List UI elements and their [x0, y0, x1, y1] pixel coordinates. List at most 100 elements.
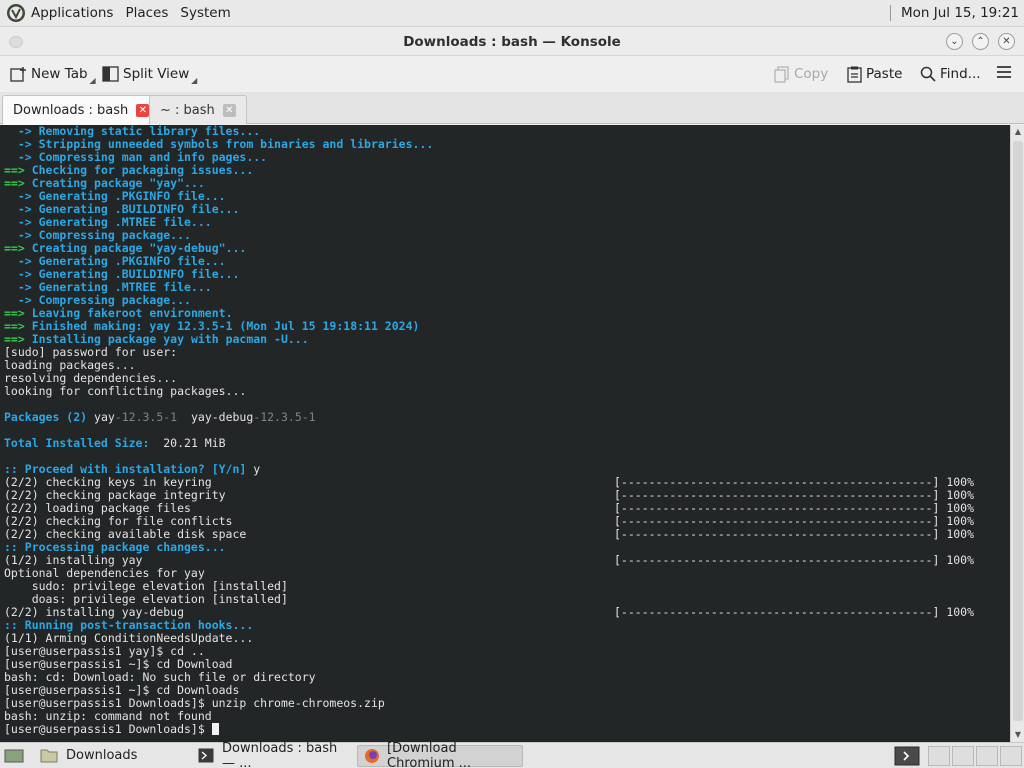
workspace-1[interactable] [928, 745, 950, 766]
terminal-text: (2/2) installing yay-debug [4, 605, 185, 619]
chevron-down-icon: ⌄ [950, 36, 959, 47]
terminal-output[interactable]: -> Removing static library files... -> S… [0, 125, 1010, 742]
minimize-button[interactable]: ⌄ [946, 33, 963, 50]
places-menu[interactable]: Places [125, 5, 168, 21]
window-titlebar[interactable]: Downloads : bash — Konsole ⌄ ⌃ ✕ [0, 28, 1024, 56]
terminal-cursor [211, 723, 219, 735]
terminal-line: Packages (2) yay-12.3.5-1 yay-debug-12.3… [4, 411, 1010, 424]
find-button[interactable]: Find... [920, 57, 981, 91]
show-desktop-icon[interactable] [4, 748, 24, 764]
close-tab-icon[interactable]: ✕ [136, 104, 150, 117]
firefox-icon [364, 748, 380, 764]
terminal-text: yay-debug [190, 410, 254, 424]
workspace-2[interactable] [952, 745, 974, 766]
task-downloads[interactable]: Downloads [34, 745, 192, 767]
terminal-text: ==> [4, 163, 32, 177]
maximize-button[interactable]: ⌃ [972, 33, 989, 50]
terminal-text: Creating package "yay-debug"... [31, 241, 247, 255]
terminal-text: -> Generating .BUILDINFO file... [4, 267, 240, 281]
copy-button[interactable]: Copy [774, 57, 828, 91]
terminal-text: yay [94, 410, 115, 424]
terminal-text: loading packages... [4, 358, 136, 372]
tab-bar: Downloads : bash ✕ ~ : bash ✕ [0, 92, 1024, 125]
terminal-text: :: Running post-transaction hooks... [4, 618, 254, 632]
tab-label: Downloads : bash [13, 103, 129, 118]
terminal-text: (2/2) checking for file conflicts [4, 514, 233, 528]
terminal-text: y [253, 462, 261, 476]
task-konsole[interactable]: Downloads : bash — ... [192, 741, 357, 768]
dropdown-caret-icon[interactable]: ◢ [89, 76, 95, 85]
terminal-text: 20.21 MiB [163, 436, 226, 450]
system-menu[interactable]: System [180, 5, 230, 21]
bottom-panel: Downloads Downloads : bash — ... [Downlo… [0, 741, 1024, 768]
new-tab-button[interactable]: New Tab ◢ [10, 57, 96, 91]
terminal-text: Packages (2) [4, 410, 95, 424]
new-tab-icon [10, 66, 27, 82]
terminal-text: (2/2) checking package integrity [4, 488, 226, 502]
terminal-text: Total Installed Size: [4, 436, 164, 450]
terminal-text: -> Generating .MTREE file... [4, 215, 212, 229]
dropdown-caret-icon[interactable]: ◢ [191, 76, 197, 85]
terminal-text: [user@userpassis1 Downloads]$ [4, 722, 212, 736]
konsole-toolbar: New Tab ◢ Split View ◢ Copy Paste Find..… [0, 57, 1024, 91]
terminal-text: doas: privilege elevation [installed] [4, 592, 288, 606]
terminal-text: -> Generating .BUILDINFO file... [4, 202, 240, 216]
terminal-text: resolving dependencies... [4, 371, 178, 385]
new-tab-label: New Tab [31, 66, 88, 82]
terminal-text: (2/2) checking available disk space [4, 527, 247, 541]
tab-downloads-bash[interactable]: Downloads : bash ✕ [2, 95, 161, 125]
terminal-text: -> Generating .PKGINFO file... [4, 189, 226, 203]
workspace-3[interactable] [976, 745, 998, 766]
terminal-text: [user@userpassis1 Downloads]$ unzip chro… [4, 696, 385, 710]
hamburger-menu-button[interactable] [996, 57, 1012, 91]
scroll-up-arrow-icon[interactable]: ▲ [1011, 125, 1024, 139]
terminal-text: Optional dependencies for yay [4, 566, 205, 580]
terminal-text: Installing package yay with pacman -U... [31, 332, 309, 346]
terminal-line: [user@userpassis1 Downloads]$ [4, 723, 1010, 736]
find-label: Find... [940, 66, 981, 82]
applications-menu[interactable]: Applications [31, 5, 113, 21]
copy-label: Copy [794, 66, 829, 82]
close-icon: ✕ [1002, 36, 1011, 47]
window-title: Downloads : bash — Konsole [403, 34, 621, 50]
terminal-text: ==> [4, 306, 32, 320]
terminal-text: -> Compressing package... [4, 228, 191, 242]
paste-button[interactable]: Paste [847, 57, 902, 91]
terminal-text: Finished making: yay 12.3.5-1 (Mon Jul 1… [31, 319, 420, 333]
terminal-text: (1/1) Arming ConditionNeedsUpdate... [4, 631, 254, 645]
terminal-text: :: Processing package changes... [4, 540, 226, 554]
terminal-text: Leaving fakeroot environment. [31, 306, 233, 320]
terminal-line: looking for conflicting packages... [4, 385, 1010, 398]
terminal-text: looking for conflicting packages... [4, 384, 247, 398]
terminal-text: [user@userpassis1 ~]$ cd Downloads [4, 683, 240, 697]
split-view-button[interactable]: Split View ◢ [102, 57, 197, 91]
terminal-text: ==> [4, 332, 32, 346]
terminal-text: ==> [4, 176, 32, 190]
tab-home-bash[interactable]: ~ : bash ✕ [149, 95, 247, 124]
panel-separator [890, 5, 891, 21]
terminal-icon [198, 748, 214, 763]
terminal-text: -> Compressing man and info pages... [4, 150, 268, 164]
terminal-scrollbar[interactable]: ▲ ▼ [1010, 125, 1024, 742]
terminal-text: [sudo] password for user: [4, 345, 178, 359]
scroll-down-arrow-icon[interactable]: ▼ [1011, 728, 1024, 742]
workspace-4[interactable] [1000, 745, 1022, 766]
terminal-text: (2/2) loading package files [4, 501, 191, 515]
task-label: Downloads : bash — ... [222, 740, 338, 768]
search-icon [920, 66, 936, 82]
terminal-lines: -> Removing static library files... -> S… [0, 125, 1010, 736]
hamburger-menu-icon [996, 65, 1012, 83]
mate-logo-icon[interactable] [6, 3, 26, 23]
progress-bar-text: [---------------------------------------… [614, 527, 975, 541]
panel-terminal-launcher-icon[interactable] [894, 746, 920, 766]
scrollbar-thumb[interactable] [1013, 141, 1023, 721]
close-tab-icon[interactable]: ✕ [222, 103, 236, 117]
task-firefox[interactable]: [Download Chromium ... [357, 741, 523, 768]
terminal-text: ==> [4, 241, 32, 255]
close-window-button[interactable]: ✕ [998, 33, 1015, 50]
clock[interactable]: Mon Jul 15, 19:21 [901, 5, 1019, 21]
split-view-label: Split View [123, 66, 190, 82]
terminal-text: (2/2) checking keys in keyring [4, 475, 212, 489]
terminal-text: Creating package "yay"... [31, 176, 205, 190]
paste-label: Paste [866, 66, 903, 82]
